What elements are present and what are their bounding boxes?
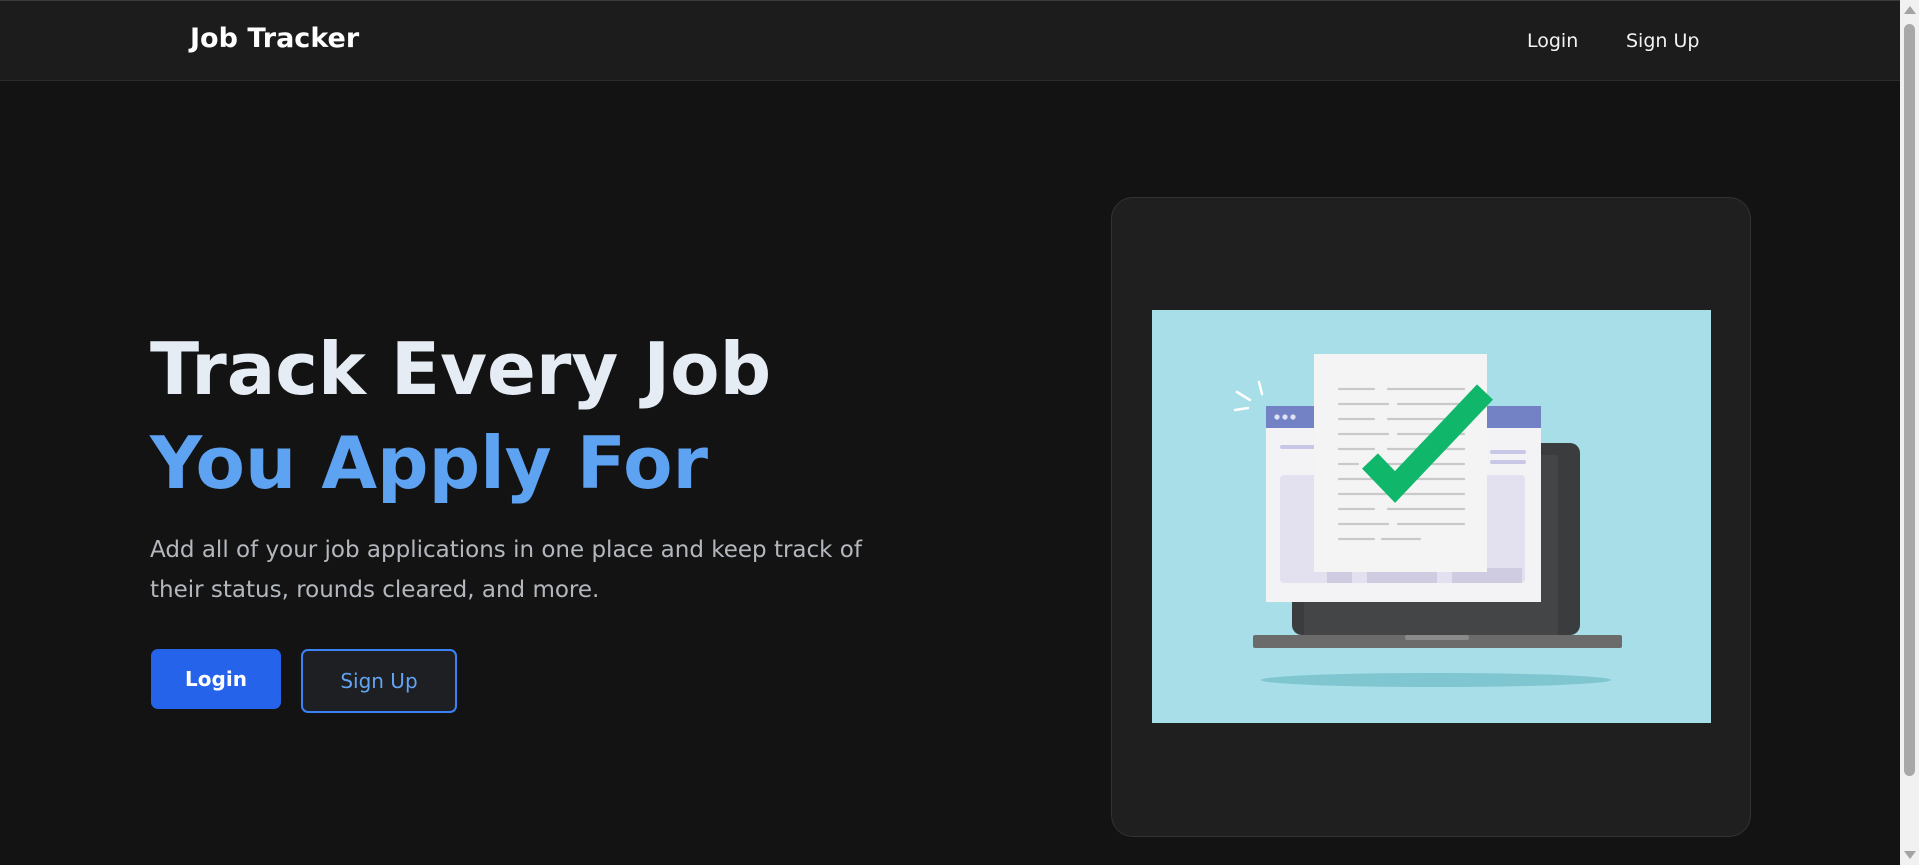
hero-login-button[interactable]: Login bbox=[151, 649, 281, 709]
scrollbar-thumb[interactable] bbox=[1904, 24, 1915, 776]
scroll-down-arrow-icon[interactable] bbox=[1904, 851, 1916, 859]
vertical-scrollbar[interactable] bbox=[1900, 0, 1919, 865]
hero-headline-line2: You Apply For bbox=[150, 421, 709, 505]
page: Job Tracker Login Sign Up Track Every Jo… bbox=[0, 0, 1919, 865]
illustration-svg bbox=[1233, 354, 1622, 687]
hero-signup-button[interactable]: Sign Up bbox=[301, 649, 457, 713]
nav-signup-link[interactable]: Sign Up bbox=[1626, 30, 1699, 52]
laptop-document-checkmark-illustration bbox=[1152, 310, 1711, 723]
navbar: Job Tracker Login Sign Up bbox=[0, 0, 1900, 81]
hero-subtext: Add all of your job applications in one … bbox=[150, 537, 862, 603]
brand-logo-text[interactable]: Job Tracker bbox=[190, 23, 359, 54]
nav-login-link[interactable]: Login bbox=[1527, 30, 1578, 52]
hero-headline-line1: Track Every Job bbox=[150, 327, 772, 411]
hero-image-card bbox=[1111, 197, 1751, 837]
scroll-up-arrow-icon[interactable] bbox=[1904, 6, 1916, 14]
